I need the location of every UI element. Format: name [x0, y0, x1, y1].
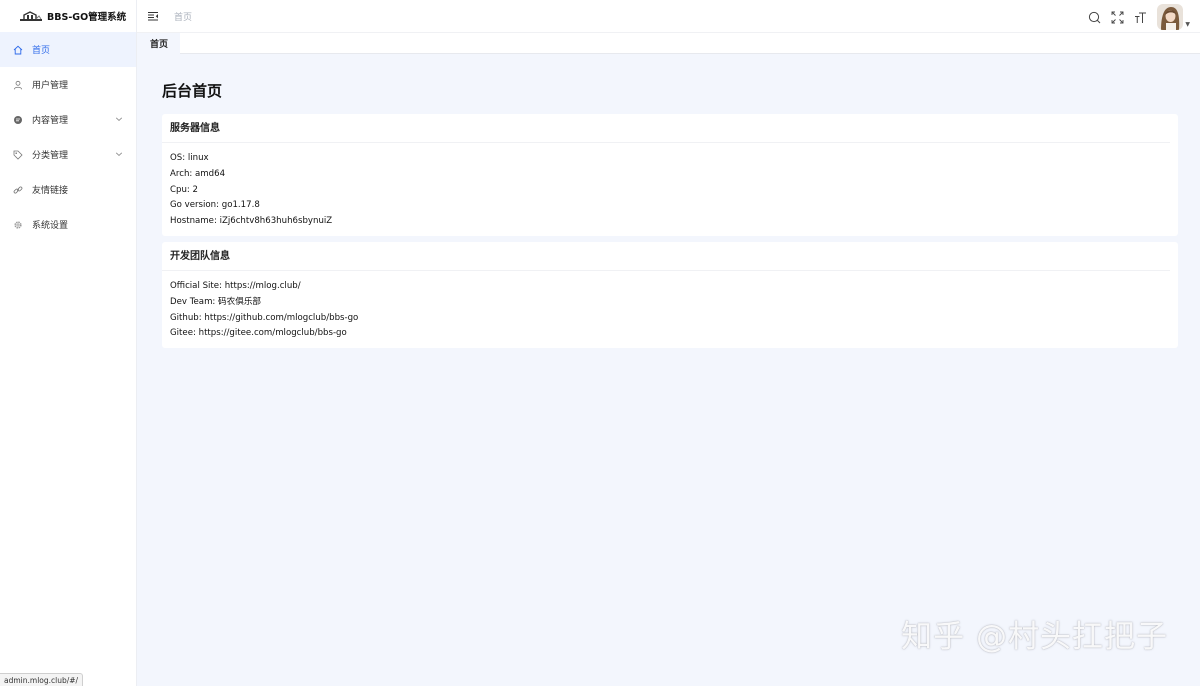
info-line: Gitee: https://gitee.com/mlogclub/bbs-go — [170, 328, 347, 339]
avatar[interactable] — [1157, 4, 1184, 30]
info-line: OS: linux — [170, 153, 209, 163]
watermark: 知乎 @村头扛把子 — [901, 619, 1168, 655]
logo-icon — [20, 10, 42, 22]
sidebar-item-content[interactable]: 内容管理 — [0, 102, 136, 137]
card-title: 服务器信息 — [162, 114, 1170, 143]
status-bar-url: admin.mlog.club/#/ — [0, 673, 84, 686]
tag-icon — [12, 149, 23, 160]
sidebar-item-label: 内容管理 — [32, 116, 69, 126]
app-title: BBS-GO管理系统 — [47, 12, 127, 23]
home-icon — [12, 44, 23, 55]
card-body: OS: linux Arch: amd64 Cpu: 2 Go version:… — [162, 143, 1178, 236]
user-icon — [12, 79, 23, 90]
info-line: Dev Team: 码农俱乐部 — [170, 296, 262, 307]
sidebar-item-settings[interactable]: 系统设置 — [0, 207, 136, 242]
breadcrumb[interactable]: 首页 — [174, 10, 192, 23]
gear-icon — [12, 219, 23, 230]
page-title: 后台首页 — [162, 82, 223, 100]
sidebar-item-links[interactable]: 友情链接 — [0, 172, 136, 207]
font-size-icon[interactable] — [1134, 11, 1147, 24]
sidebar-item-home[interactable]: 首页 — [0, 32, 136, 67]
top-header: 首页 ▼ — [137, 0, 1200, 32]
chevron-down-icon — [115, 115, 123, 123]
search-icon[interactable] — [1088, 11, 1101, 24]
info-line: Cpu: 2 — [170, 184, 198, 195]
fullscreen-icon[interactable] — [1111, 11, 1124, 24]
info-line: Official Site: https://mlog.club/ — [170, 280, 301, 291]
caret-down-icon[interactable]: ▼ — [1185, 21, 1190, 28]
card-title: 开发团队信息 — [162, 242, 1170, 271]
tab-home[interactable]: 首页 — [137, 33, 180, 54]
sidebar-item-label: 用户管理 — [32, 81, 69, 91]
menu-toggle-icon[interactable] — [148, 11, 159, 21]
sidebar: BBS-GO管理系统 首页 用户管理 内容管理 分类管理 友情链接 系统设置 — [0, 0, 137, 686]
server-info-card: 服务器信息 OS: linux Arch: amd64 Cpu: 2 Go ve… — [162, 114, 1178, 236]
sidebar-item-label: 分类管理 — [32, 151, 69, 161]
team-info-card: 开发团队信息 Official Site: https://mlog.club/… — [162, 241, 1178, 349]
sidebar-item-label: 首页 — [32, 46, 51, 56]
sidebar-item-users[interactable]: 用户管理 — [0, 67, 136, 102]
tabs-bar: 首页 — [137, 32, 1200, 54]
info-line: Hostname: iZj6chtv8h63huh6sbynuiZ — [170, 216, 333, 227]
main-content: 后台首页 服务器信息 OS: linux Arch: amd64 Cpu: 2 … — [162, 80, 1178, 349]
link-icon — [12, 184, 23, 195]
info-line: Go version: go1.17.8 — [170, 200, 260, 211]
sidebar-item-categories[interactable]: 分类管理 — [0, 137, 136, 172]
logo[interactable]: BBS-GO管理系统 — [0, 0, 136, 32]
sidebar-item-label: 系统设置 — [32, 221, 69, 231]
info-line: Github: https://github.com/mlogclub/bbs-… — [170, 312, 359, 323]
info-line: Arch: amd64 — [170, 168, 226, 179]
chevron-down-icon — [115, 150, 123, 158]
sidebar-menu: 首页 用户管理 内容管理 分类管理 友情链接 系统设置 — [0, 32, 136, 242]
content-icon — [12, 114, 23, 125]
header-actions: ▼ — [1078, 4, 1190, 30]
sidebar-item-label: 友情链接 — [32, 186, 69, 196]
card-body: Official Site: https://mlog.club/ Dev Te… — [162, 271, 1178, 348]
